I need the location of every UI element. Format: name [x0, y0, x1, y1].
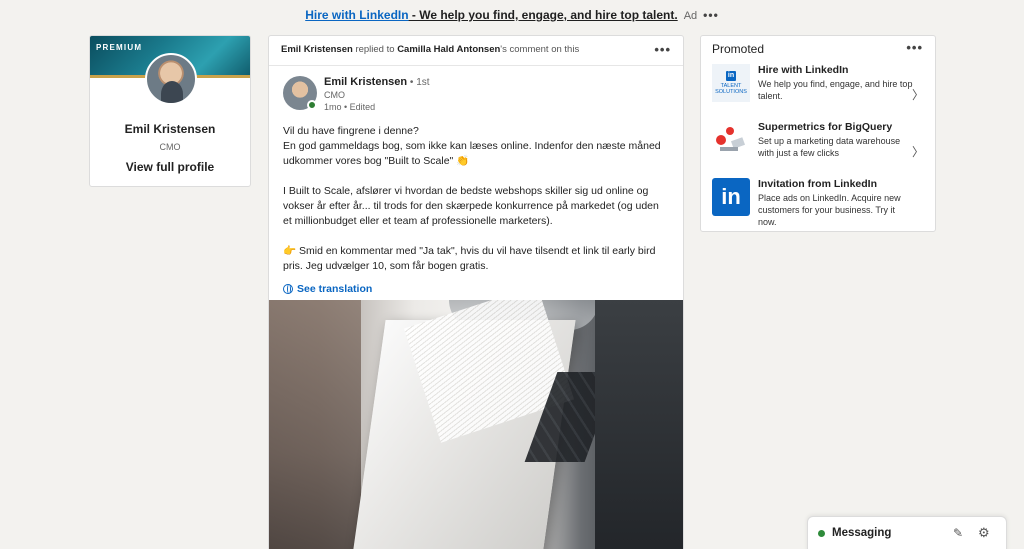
promo-name: Invitation from LinkedIn	[758, 178, 878, 190]
promo-name: Supermetrics for BigQuery	[758, 121, 893, 133]
post-line-1: Vil du have fingrene i denne?	[283, 125, 419, 137]
promo-description: We help you find, engage, and hire top t…	[758, 79, 913, 101]
ad-link[interactable]: Hire with LinkedIn	[305, 8, 408, 22]
talent-solutions-text: TALENT SOLUTIONS	[715, 83, 747, 95]
globe-icon	[283, 284, 293, 294]
post-timestamp: 1mo • Edited	[324, 102, 376, 112]
gear-icon[interactable]: ⚙	[978, 525, 990, 541]
premium-badge: PREMIUM	[96, 43, 143, 52]
promo-description: Set up a marketing data warehouse with j…	[758, 136, 901, 158]
chevron-right-icon[interactable]: 〉	[912, 143, 924, 160]
promo-item-supermetrics[interactable]: Supermetrics for BigQuery Set up a marke…	[712, 121, 926, 165]
promoted-panel: Promoted ••• in TALENT SOLUTIONS Hire wi…	[700, 35, 936, 232]
author-row: Emil Kristensen • 1st CMO 1mo • Edited	[269, 74, 683, 118]
supermetrics-logo-icon	[712, 121, 750, 159]
promo-item-invitation[interactable]: in Invitation from LinkedIn Place ads on…	[712, 178, 926, 227]
compose-icon[interactable]: ✎	[953, 526, 963, 540]
promoted-title: Promoted	[712, 42, 765, 56]
profile-title: CMO	[159, 142, 181, 152]
post-context-header: Emil Kristensen replied to Camilla Hald …	[269, 36, 683, 66]
promoted-more-icon[interactable]: •••	[906, 40, 923, 55]
messaging-label[interactable]: Messaging	[832, 527, 891, 539]
image-left-region	[269, 300, 361, 549]
linkedin-mini-icon: in	[726, 71, 736, 81]
chevron-right-icon[interactable]: 〉	[912, 86, 924, 103]
promo-name: Hire with LinkedIn	[758, 64, 849, 76]
post-line-2: En god gammeldags bog, som ikke kan læse…	[283, 140, 661, 167]
avatar[interactable]	[145, 53, 197, 105]
context-mid: replied to	[352, 44, 398, 55]
linkedin-logo-icon: in	[712, 178, 750, 216]
online-status-icon	[307, 100, 317, 110]
connection-degree: • 1st	[407, 77, 430, 88]
post-body: Vil du have fingrene i denne? En god gam…	[269, 118, 683, 274]
ad-tag: Ad	[683, 10, 698, 22]
image-right-region	[595, 300, 683, 549]
post-paragraph-3: 👉 Smid en kommentar med "Ja tak", hvis d…	[283, 245, 656, 272]
author-title: CMO	[324, 90, 345, 100]
author-name-text[interactable]: Emil Kristensen	[324, 76, 407, 88]
post-image[interactable]	[269, 300, 683, 549]
view-full-profile-link[interactable]: View full profile	[90, 160, 250, 174]
promo-description: Place ads on LinkedIn. Acquire new custo…	[758, 193, 901, 227]
profile-name[interactable]: Emil Kristensen	[90, 122, 250, 136]
context-actor[interactable]: Emil Kristensen	[281, 44, 353, 55]
post-card: Emil Kristensen replied to Camilla Hald …	[268, 35, 684, 549]
context-end: 's comment on this	[500, 44, 580, 55]
author-name[interactable]: Emil Kristensen • 1st	[324, 76, 430, 88]
profile-card: PREMIUM Emil Kristensen CMO View full pr…	[89, 35, 251, 187]
ad-banner: Hire with LinkedIn - We help you find, e…	[0, 8, 1024, 22]
ad-more-icon[interactable]: •••	[703, 8, 719, 22]
messaging-bar[interactable]: Messaging ✎ ⚙	[807, 516, 1007, 549]
post-paragraph-2: I Built to Scale, afslører vi hvordan de…	[283, 185, 659, 227]
post-more-icon[interactable]: •••	[654, 42, 671, 57]
context-target[interactable]: Camilla Hald Antonsen	[397, 44, 500, 55]
ad-text[interactable]: - We help you find, engage, and hire top…	[409, 8, 678, 22]
see-translation-button[interactable]: See translation	[269, 278, 683, 300]
talent-solutions-logo-icon: in TALENT SOLUTIONS	[712, 64, 750, 102]
see-translation-label: See translation	[297, 283, 373, 295]
promo-item-hire[interactable]: in TALENT SOLUTIONS Hire with LinkedIn W…	[712, 64, 926, 108]
online-status-icon	[818, 530, 825, 537]
